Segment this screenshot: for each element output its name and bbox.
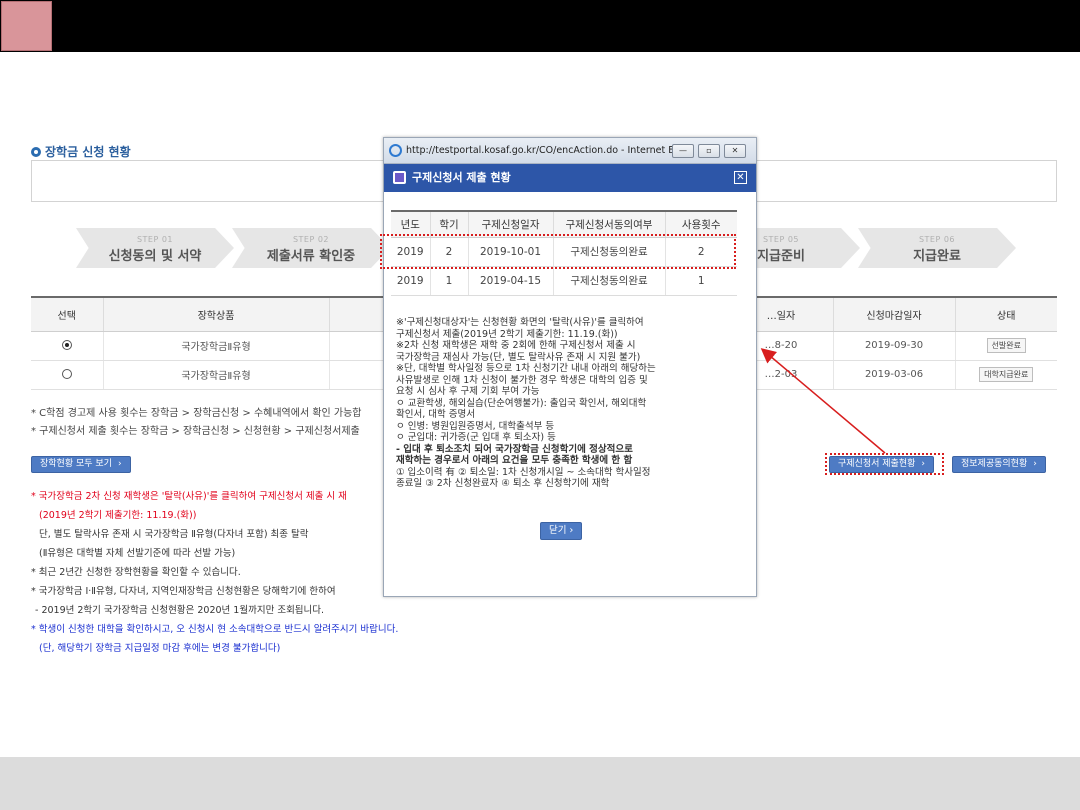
step-1: STEP 01 신청동의 및 서약: [76, 228, 234, 268]
maximize-button[interactable]: ▫: [698, 144, 720, 158]
chevron-right-icon: ›: [1033, 459, 1037, 469]
chevron-right-icon: ›: [117, 459, 122, 469]
popup-header: 구제신청서 제출 현황 ✕: [384, 164, 756, 192]
step-2: STEP 02 제출서류 확인중: [232, 228, 390, 268]
info-consent-button[interactable]: 정보제공동의현황 ›: [952, 456, 1046, 473]
highlight-row: [380, 234, 736, 269]
row-select-radio[interactable]: [61, 369, 72, 379]
chevron-right-icon: ›: [569, 525, 574, 536]
footer-bar: [0, 757, 1080, 810]
top-banner: [0, 0, 1080, 52]
section-title: 장학금 신청 현황: [31, 143, 131, 160]
relief-status-button[interactable]: 구제신청서 제출현황 ›: [829, 456, 934, 473]
notes-top: * C학점 경고제 사용 횟수는 장학금 > 장학금신청 > 수혜내역에서 확인…: [31, 408, 362, 437]
step-6: STEP 06 지급완료: [858, 228, 1016, 268]
popup-notes: ※'구제신청대상자'는 신청현황 화면의 '탈락(사유)'를 클릭하여 구제신청…: [396, 317, 656, 489]
table-row: 2019 1 2019-04-15 구제신청동의완료 1: [391, 266, 737, 296]
minimize-button[interactable]: —: [672, 144, 694, 158]
window-close-button[interactable]: ✕: [724, 144, 746, 158]
bullet-icon: [31, 146, 41, 157]
notes-middle: * 국가장학금 2차 신청 재학생은 '탈락(사유)'를 클릭하여 구제신청서 …: [31, 491, 347, 578]
status-badge[interactable]: 선발완료: [986, 338, 1026, 353]
relief-status-popup: http://testportal.kosaf.go.kr/CO/encActi…: [380, 137, 757, 597]
close-icon[interactable]: ✕: [734, 171, 747, 184]
chevron-right-icon: ›: [921, 459, 925, 469]
row-select-radio[interactable]: [61, 340, 72, 350]
close-button[interactable]: 닫기 ›: [540, 522, 583, 540]
popup-titlebar: http://testportal.kosaf.go.kr/CO/encActi…: [384, 138, 756, 164]
ie-icon: [389, 144, 402, 157]
notes-bottom: * 국가장학금 Ⅰ·Ⅱ유형, 다자녀, 지역인재장학금 신청현황은 당해학기에 …: [31, 586, 399, 654]
document-icon: [393, 171, 406, 184]
all-status-button[interactable]: 장학현황 모두 보기 ›: [31, 456, 131, 473]
slide-marker: [1, 1, 52, 51]
status-badge[interactable]: 대학지급완료: [979, 367, 1034, 382]
